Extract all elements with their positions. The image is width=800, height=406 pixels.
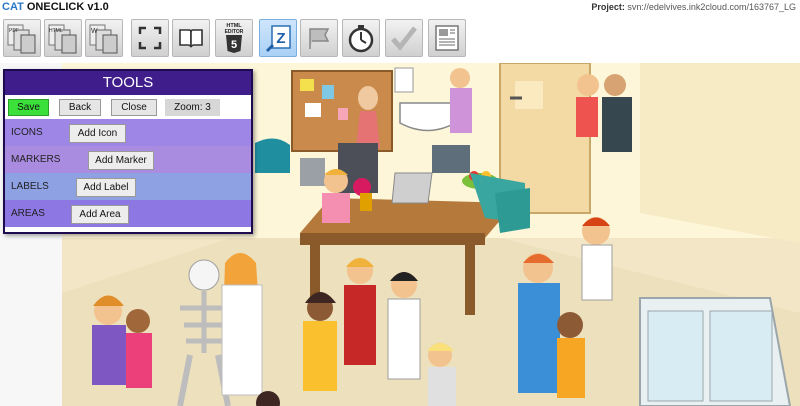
book-button[interactable] [172,19,210,57]
app-title: CAT ONECLICK v1.0 [2,1,109,13]
project-path: svn://edelvives.ink2cloud.com/163767_LG [627,2,796,12]
pdf-export-button[interactable]: PDF [3,19,41,57]
add-marker-button[interactable]: Add Marker [88,151,154,170]
tools-actions-bar: Save Back Close Zoom: 3 [5,95,251,119]
timer-button[interactable] [342,19,380,57]
zoom-editor-icon: Z [266,25,291,52]
add-label-button[interactable]: Add Label [76,178,136,197]
add-icon-button[interactable]: Add Icon [69,124,126,143]
save-button[interactable]: Save [8,99,49,116]
word-doc-icon: W [89,24,118,54]
pdf-doc-icon: PDF [7,24,36,54]
html5-editor-button[interactable]: HTML EDITOR 5 [215,19,253,57]
back-button[interactable]: Back [59,99,101,116]
zoom-caption: Z [276,30,285,47]
fullscreen-button[interactable] [131,19,169,57]
tools-row-markers: MARKERS Add Marker [5,146,251,173]
stopwatch-icon [348,25,374,53]
markers-label: MARKERS [11,154,61,165]
zoom-tool-button[interactable]: Z [259,19,297,57]
toolbar: PDF HTML W HTML EDITOR 5 Z [0,16,800,62]
html5-caption-3: 5 [231,39,237,51]
pdf-caption: PDF [9,28,19,34]
labels-label: LABELS [11,181,49,192]
html-doc-icon: HTML [48,24,77,54]
document-layout-icon [435,25,459,51]
check-button[interactable] [385,19,423,57]
tools-panel: TOOLS Save Back Close Zoom: 3 ICONS Add … [3,69,253,234]
project-label: Project: [591,2,625,12]
html-export-button[interactable]: HTML [44,19,82,57]
word-caption: W [91,28,98,35]
close-button[interactable]: Close [111,99,157,116]
tools-row-icons: ICONS Add Icon [5,119,251,146]
tools-row-areas: AREAS Add Area [5,200,251,227]
html5-editor-icon: HTML EDITOR 5 [225,23,244,53]
html5-caption-2: EDITOR [225,29,244,35]
project-info: Project: svn://edelvives.ink2cloud.com/1… [591,2,796,12]
add-area-button[interactable]: Add Area [71,205,129,224]
flag-button[interactable] [300,19,338,57]
checkmark-icon [391,26,417,51]
fullscreen-icon [138,26,162,50]
html-caption: HTML [49,28,63,34]
icons-label: ICONS [11,127,43,138]
app-title-prefix: CAT [2,1,24,13]
layout-button[interactable] [428,19,466,57]
zoom-level-display: Zoom: 3 [165,99,220,116]
flag-icon [309,28,330,49]
word-export-button[interactable]: W [85,19,123,57]
tools-panel-title: TOOLS [5,71,251,95]
areas-label: AREAS [11,208,45,219]
app-title-rest: ONECLICK v1.0 [23,1,109,13]
book-icon [179,29,203,48]
tools-row-labels: LABELS Add Label [5,173,251,200]
